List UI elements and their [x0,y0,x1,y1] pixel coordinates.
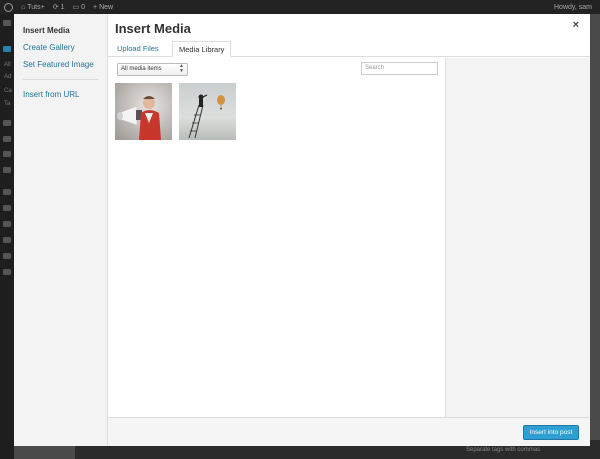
plugins-icon[interactable] [3,205,11,211]
tab-bar: Upload Files Media Library [108,40,590,57]
tools-icon[interactable] [3,237,11,243]
select-arrows-icon: ▲ ▼ [179,63,184,74]
modal-menu: Insert Media Create Gallery Set Featured… [14,14,108,446]
refresh-icon: ⟳ [52,4,59,11]
insert-into-post-button[interactable]: Insert into post [523,425,579,440]
site-name-label: Tuts+ [27,3,45,11]
updates-count: 1 [60,3,65,11]
media-filter-select[interactable]: All media items ▲ ▼ [117,63,188,76]
admin-menu-label[interactable]: Ad [4,74,11,80]
plus-icon: + [93,3,98,11]
new-content-link[interactable]: + New [93,4,113,11]
links-icon[interactable] [3,136,11,142]
dashboard-icon[interactable] [3,20,11,26]
menu-separator [23,79,98,80]
comments-link[interactable]: ▭ 0 [72,3,85,12]
appearance-icon[interactable] [3,189,11,195]
media-modal: Insert Media Create Gallery Set Featured… [14,14,590,446]
attachment-details-sidebar [446,58,590,417]
menu-insert-from-url[interactable]: Insert from URL [14,86,107,103]
tab-upload-files[interactable]: Upload Files [111,41,165,57]
admin-bar: ⌂ Tuts+ ⟳ 1 ▭ 0 + New Howdy, sam [0,0,600,14]
settings-icon[interactable] [3,253,11,259]
close-icon[interactable]: × [573,19,579,31]
admin-menu-label[interactable]: Ca [4,88,12,94]
media-library-content: All media items ▲ ▼ Search [108,58,446,417]
menu-set-featured-image[interactable]: Set Featured Image [14,56,107,73]
site-name-link[interactable]: ⌂ Tuts+ [21,4,45,11]
home-icon: ⌂ [21,3,26,11]
comments-count: 0 [81,3,85,11]
media-attachment[interactable] [179,83,236,140]
wordpress-logo-icon[interactable] [4,2,13,12]
pages-icon[interactable] [3,151,11,157]
modal-toolbar: Insert into post [108,417,590,446]
megaphone-child-thumbnail [115,83,172,140]
menu-insert-media[interactable]: Insert Media [14,22,107,39]
posts-icon[interactable] [3,46,11,52]
comment-icon: ▭ [72,4,80,11]
collapse-icon[interactable] [3,269,11,275]
users-icon[interactable] [3,221,11,227]
media-icon[interactable] [3,120,11,126]
comments-icon[interactable] [3,167,11,173]
background-hint-text: Separate tags with commas [466,447,541,453]
menu-create-gallery[interactable]: Create Gallery [14,39,107,56]
tab-media-library[interactable]: Media Library [172,41,232,57]
modal-title: Insert Media [115,21,191,36]
new-label: New [99,3,114,11]
filter-selected-value: All media items [121,66,162,72]
media-attachment[interactable] [115,83,172,140]
search-input[interactable]: Search [361,62,438,75]
admin-menu-label[interactable]: Ta [4,101,10,107]
ladder-balloon-thumbnail [179,83,236,140]
admin-menu-label[interactable]: All [4,62,11,68]
updates-link[interactable]: ⟳ 1 [52,3,65,12]
account-greeting[interactable]: Howdy, sam [554,4,592,11]
admin-sidebar: All Ad Ca Ta [0,14,14,459]
